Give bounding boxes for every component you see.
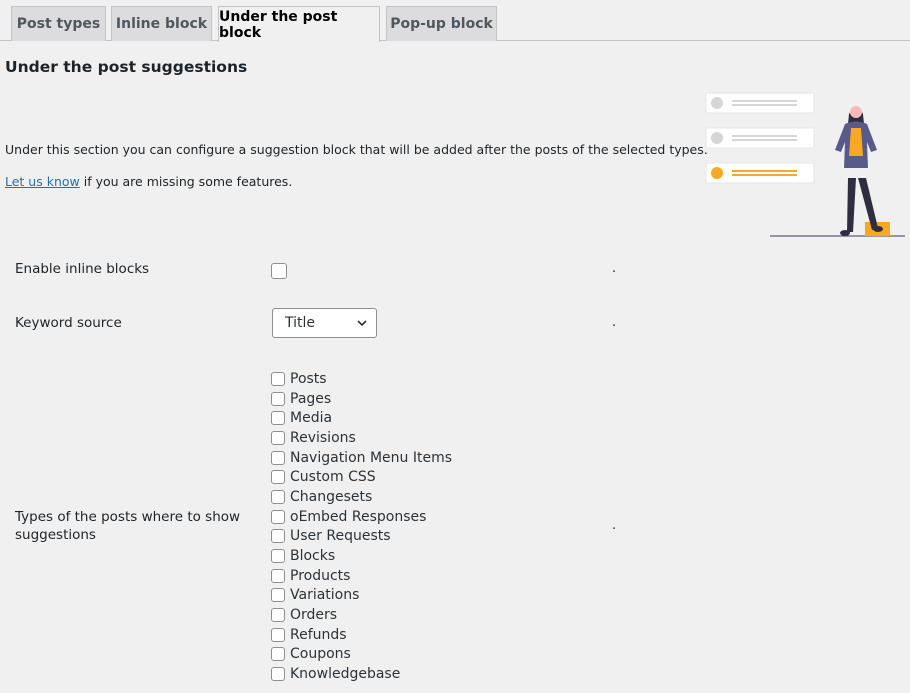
post-type-option[interactable]: Knowledgebase bbox=[271, 664, 452, 684]
post-type-checkbox[interactable] bbox=[271, 411, 285, 426]
keyword-source-note: . bbox=[612, 315, 617, 330]
post-type-label: Orders bbox=[290, 607, 338, 624]
post-type-checkbox[interactable] bbox=[271, 489, 285, 504]
post-type-label: Refunds bbox=[290, 626, 347, 643]
post-type-option[interactable]: Refunds bbox=[271, 625, 452, 645]
post-type-checkbox[interactable] bbox=[271, 391, 285, 406]
post-type-checkbox[interactable] bbox=[271, 549, 285, 564]
post-type-option[interactable]: Custom CSS bbox=[271, 467, 452, 487]
tab-pop-up-block[interactable]: Pop-up block bbox=[386, 6, 497, 41]
post-type-checkbox[interactable] bbox=[271, 667, 285, 682]
post-type-checkbox[interactable] bbox=[271, 647, 285, 662]
suggestions-illustration bbox=[705, 92, 905, 237]
keyword-source-select[interactable]: Title bbox=[272, 308, 377, 338]
section-title: Under the post suggestions bbox=[5, 58, 248, 76]
post-type-checkbox[interactable] bbox=[271, 509, 285, 524]
post-type-label: Blocks bbox=[290, 548, 336, 565]
post-type-label: Variations bbox=[290, 587, 360, 604]
post-type-label: Pages bbox=[290, 390, 332, 407]
tab-inline-block[interactable]: Inline block bbox=[111, 6, 212, 41]
post-type-option[interactable]: Pages bbox=[271, 389, 452, 409]
post-type-label: Posts bbox=[290, 370, 327, 387]
post-type-option[interactable]: Changesets bbox=[271, 487, 452, 507]
post-type-checkbox[interactable] bbox=[271, 371, 285, 386]
let-us-know-link[interactable]: Let us know bbox=[5, 174, 80, 189]
post-type-checkbox[interactable] bbox=[271, 450, 285, 465]
post-type-checkbox[interactable] bbox=[271, 529, 285, 544]
post-type-label: Media bbox=[290, 410, 333, 427]
post-types-label: Types of the posts where to show suggest… bbox=[15, 509, 241, 543]
post-type-option[interactable]: Media bbox=[271, 408, 452, 428]
post-type-label: Navigation Menu Items bbox=[290, 449, 453, 466]
post-type-label: Knowledgebase bbox=[290, 666, 401, 683]
enable-inline-blocks-label: Enable inline blocks bbox=[15, 261, 150, 277]
post-type-option[interactable]: Revisions bbox=[271, 428, 452, 448]
keyword-source-label: Keyword source bbox=[15, 315, 122, 331]
tab-under-the-post-block[interactable]: Under the post block bbox=[218, 6, 380, 42]
settings-tabs: Post types Inline block Under the post b… bbox=[0, 0, 910, 42]
enable-inline-note: . bbox=[612, 261, 617, 276]
feedback-text: Let us know if you are missing some feat… bbox=[5, 174, 292, 189]
post-type-option[interactable]: oEmbed Responses bbox=[271, 507, 452, 527]
post-type-checkbox[interactable] bbox=[271, 627, 285, 642]
post-type-option[interactable]: Variations bbox=[271, 586, 452, 606]
post-type-option[interactable]: Posts bbox=[271, 369, 452, 389]
post-type-option[interactable]: Products bbox=[271, 566, 452, 586]
post-types-note: . bbox=[612, 518, 617, 533]
post-type-option[interactable]: Blocks bbox=[271, 546, 452, 566]
post-types-list: Posts Pages Media Revisions Navigation M… bbox=[271, 369, 452, 684]
post-type-label: oEmbed Responses bbox=[290, 508, 427, 525]
keyword-source-value: Title bbox=[285, 315, 316, 331]
feedback-suffix: if you are missing some features. bbox=[79, 174, 293, 189]
post-type-checkbox[interactable] bbox=[271, 588, 285, 603]
post-type-label: Coupons bbox=[290, 646, 351, 663]
post-type-checkbox[interactable] bbox=[271, 470, 285, 485]
post-type-option[interactable]: Orders bbox=[271, 605, 452, 625]
post-type-label: User Requests bbox=[290, 528, 391, 545]
post-type-label: Revisions bbox=[290, 429, 356, 446]
section-description: Under this section you can configure a s… bbox=[5, 142, 708, 157]
post-type-option[interactable]: Navigation Menu Items bbox=[271, 448, 452, 468]
post-type-checkbox[interactable] bbox=[271, 608, 285, 623]
post-type-label: Custom CSS bbox=[290, 469, 376, 486]
tab-post-types[interactable]: Post types bbox=[11, 6, 106, 41]
chevron-down-icon bbox=[357, 320, 367, 327]
post-type-label: Changesets bbox=[290, 488, 373, 505]
post-type-checkbox[interactable] bbox=[271, 568, 285, 583]
post-type-checkbox[interactable] bbox=[271, 430, 285, 445]
post-type-label: Products bbox=[290, 567, 351, 584]
post-type-option[interactable]: User Requests bbox=[271, 527, 452, 547]
post-type-option[interactable]: Coupons bbox=[271, 645, 452, 665]
enable-inline-blocks-checkbox[interactable] bbox=[271, 263, 287, 279]
